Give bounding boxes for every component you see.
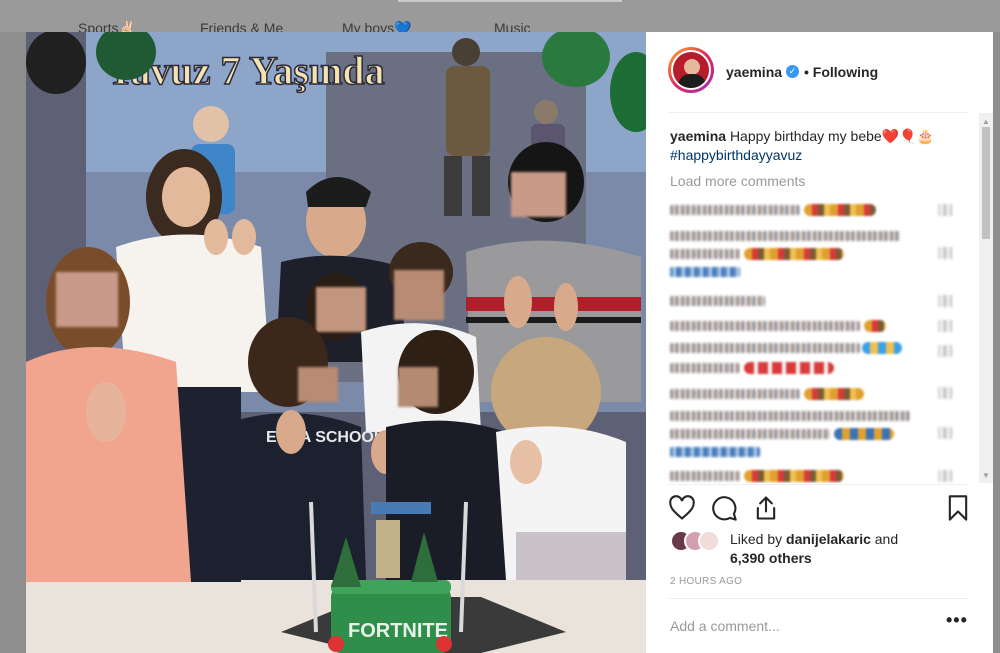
liked-by-user-link[interactable]: danijelakaric (786, 531, 871, 547)
actions-divider (668, 484, 969, 485)
scroll-down-arrow-icon[interactable]: ▼ (982, 471, 990, 480)
comment-like-icon[interactable] (938, 470, 952, 482)
avatar[interactable] (668, 47, 714, 93)
background-profile-nav: Sports✌🏻 Friends & Me My boys💙 Music (0, 0, 1000, 36)
blurred-comment (670, 205, 800, 215)
username-link[interactable]: yaemina (726, 64, 782, 80)
blurred-comment (670, 447, 760, 457)
blurred-emoji (862, 342, 902, 354)
caption-username[interactable]: yaemina (670, 128, 726, 144)
liked-by-label: Liked by (730, 531, 783, 547)
blurred-comment (670, 389, 800, 399)
blurred-emoji (834, 428, 894, 440)
hashtag-link[interactable]: #happybirthdayyavuz (670, 147, 802, 163)
cake-text: FORTNITE (348, 620, 448, 642)
blurred-comment (670, 267, 740, 277)
blurred-emoji (864, 320, 886, 332)
scrollbar-thumb[interactable] (982, 127, 990, 239)
blurred-emoji (744, 470, 844, 482)
caption-text: Happy birthday my bebe❤️🎈🎂 (729, 128, 934, 144)
blurred-comment (670, 411, 910, 421)
blurred-emoji (804, 388, 864, 400)
bookmark-icon[interactable] (944, 494, 972, 522)
blurred-comment (670, 296, 765, 306)
separator: • (804, 64, 809, 80)
heart-icon[interactable] (668, 494, 696, 522)
post-photo[interactable]: Yavuz 7 Yaşında ENKA SCHOOLS FORTNITE (26, 32, 646, 653)
likes-summary: Liked by danijelakaric and 6,390 others (730, 530, 980, 568)
more-options-button[interactable]: ••• (946, 610, 968, 631)
scroll-up-arrow-icon[interactable]: ▲ (982, 117, 990, 126)
blurred-comment (670, 429, 830, 439)
blurred-comment (670, 321, 860, 331)
comment-like-icon[interactable] (938, 387, 952, 399)
blurred-comment (670, 343, 860, 353)
verified-badge-icon: ✓ (786, 65, 799, 78)
likes-count-link[interactable]: 6,390 others (730, 550, 812, 566)
load-more-comments[interactable]: Load more comments (670, 173, 805, 189)
comment-like-icon[interactable] (938, 247, 952, 259)
share-icon[interactable] (752, 494, 780, 522)
photo-illustration: Yavuz 7 Yaşında ENKA SCHOOLS FORTNITE (26, 32, 646, 653)
comment-like-icon[interactable] (938, 204, 952, 216)
comments-list[interactable]: yaemina Happy birthday my bebe❤️🎈🎂 #happ… (646, 113, 993, 483)
avatar-image (671, 50, 711, 90)
nav-divider (398, 0, 622, 2)
liker-avatar (698, 530, 720, 552)
blurred-comment (670, 231, 900, 241)
follow-status: Following (812, 64, 879, 80)
blurred-comment (670, 471, 740, 481)
following-button[interactable]: • Following (804, 64, 878, 80)
caption: yaemina Happy birthday my bebe❤️🎈🎂 #happ… (670, 127, 960, 165)
blurred-comment (670, 249, 740, 259)
post-side-panel: yaemina ✓ • Following yaemina Happy birt… (646, 32, 993, 653)
add-comment-divider (668, 598, 969, 599)
add-comment-input[interactable]: Add a comment... (670, 618, 780, 634)
liked-by-and: and (874, 531, 899, 547)
comment-like-icon[interactable] (938, 345, 952, 357)
blurred-comment (670, 363, 740, 373)
comment-like-icon[interactable] (938, 320, 952, 332)
avatar-face (684, 59, 700, 75)
post-header: yaemina ✓ • Following (646, 32, 993, 112)
blurred-emoji (744, 362, 834, 374)
blurred-emoji (744, 248, 844, 260)
avatar-body (678, 74, 706, 88)
comment-like-icon[interactable] (938, 295, 952, 307)
comment-like-icon[interactable] (938, 427, 952, 439)
comment-icon[interactable] (710, 494, 738, 522)
blurred-emoji (804, 204, 876, 216)
post-timestamp[interactable]: 2 HOURS AGO (670, 576, 742, 587)
